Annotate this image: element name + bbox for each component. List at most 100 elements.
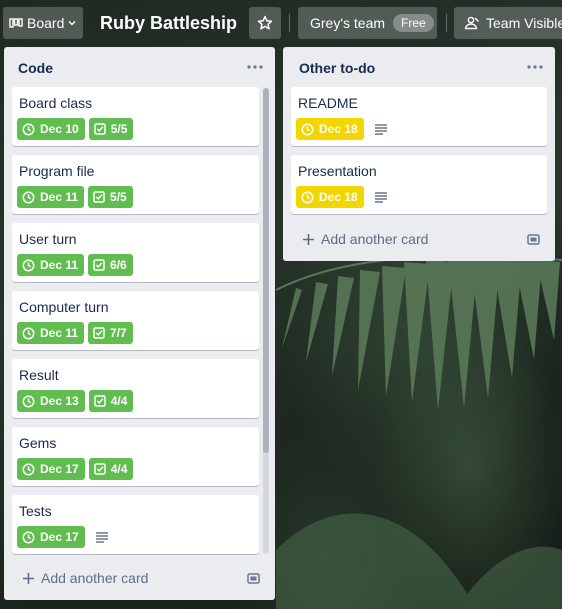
card[interactable]: Result Dec 13 4/4 (12, 359, 259, 418)
due-date-text: Dec 18 (319, 122, 358, 136)
due-date-badge[interactable]: Dec 11 (17, 322, 85, 344)
card-title: Computer turn (19, 299, 109, 315)
due-date-text: Dec 11 (40, 326, 79, 340)
checkbox-icon (93, 327, 105, 339)
card[interactable]: Gems Dec 17 4/4 (12, 427, 259, 486)
plan-badge: Free (393, 14, 434, 32)
due-date-text: Dec 11 (40, 258, 79, 272)
due-date-badge[interactable]: Dec 11 (17, 186, 85, 208)
list-title[interactable]: Code (18, 60, 53, 76)
checkbox-icon (93, 191, 105, 203)
card-badges: Dec 13 4/4 (17, 390, 137, 412)
list-other-to-do: Other to-do README Dec 18 Presentation D… (283, 47, 555, 261)
due-date-badge[interactable]: Dec 13 (17, 390, 85, 412)
team-label: Grey's team (310, 15, 386, 31)
board-header: Board Ruby Battleship Grey's team Free T… (0, 0, 562, 46)
checklist-badge: 5/5 (88, 118, 134, 140)
card-badges: Dec 17 4/4 (17, 458, 137, 480)
card-badges: Dec 11 7/7 (17, 322, 137, 344)
card-title: Presentation (298, 163, 377, 179)
clock-icon (22, 531, 35, 543)
card[interactable]: Board class Dec 10 5/5 (12, 87, 259, 146)
plus-icon (23, 572, 34, 584)
checklist-count: 6/6 (110, 258, 127, 272)
visibility-label: Team Visible (486, 15, 562, 31)
card-badges: Dec 10 5/5 (17, 118, 137, 140)
checklist-count: 5/5 (110, 190, 127, 204)
card-title: Board class (19, 95, 93, 111)
description-icon (374, 123, 388, 135)
board-title[interactable]: Ruby Battleship (100, 11, 237, 35)
list-code: Code Board class Dec 10 5/5 Program file… (4, 47, 275, 600)
checklist-badge: 4/4 (88, 390, 134, 412)
add-card-label: Add another card (41, 570, 149, 586)
list-menu-button[interactable] (243, 57, 267, 77)
card-template-icon[interactable] (247, 572, 260, 585)
card-badges: Dec 11 6/6 (17, 254, 137, 276)
card-badges: Dec 18 (296, 118, 388, 140)
visibility-button[interactable]: Team Visible (454, 7, 562, 39)
header-divider (289, 14, 290, 32)
card[interactable]: Tests Dec 17 (12, 495, 259, 554)
fern-background-image (276, 255, 562, 609)
header-divider (446, 14, 447, 32)
checklist-count: 4/4 (110, 394, 128, 408)
star-board-button[interactable] (249, 7, 281, 39)
add-card-button[interactable]: Add another card (22, 570, 148, 586)
due-date-badge[interactable]: Dec 18 (296, 118, 364, 140)
team-icon (464, 16, 479, 30)
card-badges: Dec 18 (296, 186, 388, 208)
due-date-text: Dec 17 (40, 530, 79, 544)
checklist-count: 5/5 (110, 122, 128, 136)
plus-icon (303, 233, 314, 245)
list-header: Other to-do (283, 47, 555, 87)
due-date-text: Dec 11 (40, 190, 79, 204)
clock-icon (22, 395, 35, 407)
due-date-badge[interactable]: Dec 18 (296, 186, 364, 208)
scrollbar-thumb[interactable] (263, 88, 269, 453)
checklist-count: 4/4 (110, 462, 128, 476)
checklist-badge: 7/7 (88, 322, 133, 344)
checkbox-icon (93, 395, 106, 407)
team-button[interactable]: Grey's team Free (298, 7, 437, 39)
board-menu-button[interactable]: Board (3, 7, 83, 39)
clock-icon (301, 191, 314, 203)
list-scrollbar[interactable] (263, 88, 269, 554)
card-title: Tests (19, 503, 52, 519)
checklist-badge: 6/6 (88, 254, 133, 276)
clock-icon (22, 327, 35, 339)
card-title: User turn (19, 231, 77, 247)
card[interactable]: Presentation Dec 18 (291, 155, 547, 214)
card-badges: Dec 11 5/5 (17, 186, 137, 208)
due-date-badge[interactable]: Dec 17 (17, 526, 85, 548)
board-icon (9, 18, 23, 28)
card-title: Gems (19, 435, 57, 451)
due-date-badge[interactable]: Dec 11 (17, 254, 85, 276)
clock-icon (22, 463, 35, 475)
card[interactable]: README Dec 18 (291, 87, 547, 146)
list-menu-button[interactable] (523, 57, 547, 77)
due-date-badge[interactable]: Dec 17 (17, 458, 85, 480)
card[interactable]: Computer turn Dec 11 7/7 (12, 291, 259, 350)
chevron-down-icon (68, 21, 76, 26)
checklist-badge: 4/4 (88, 458, 134, 480)
card-title: Result (19, 367, 59, 383)
checkbox-icon (93, 259, 105, 271)
clock-icon (22, 123, 35, 135)
card-badges: Dec 17 (17, 526, 109, 548)
card-template-icon[interactable] (527, 233, 540, 246)
due-date-text: Dec 13 (40, 394, 79, 408)
add-card-button[interactable]: Add another card (302, 231, 428, 247)
card-title: Program file (19, 163, 95, 179)
card[interactable]: Program file Dec 11 5/5 (12, 155, 259, 214)
due-date-badge[interactable]: Dec 10 (17, 118, 85, 140)
card-title: README (298, 95, 358, 111)
clock-icon (22, 191, 35, 203)
checkbox-icon (93, 123, 106, 135)
list-title[interactable]: Other to-do (299, 60, 375, 76)
clock-icon (22, 259, 35, 271)
card[interactable]: User turn Dec 11 6/6 (12, 223, 259, 282)
list-header: Code (4, 47, 275, 87)
checklist-badge: 5/5 (88, 186, 133, 208)
due-date-text: Dec 10 (40, 122, 79, 136)
